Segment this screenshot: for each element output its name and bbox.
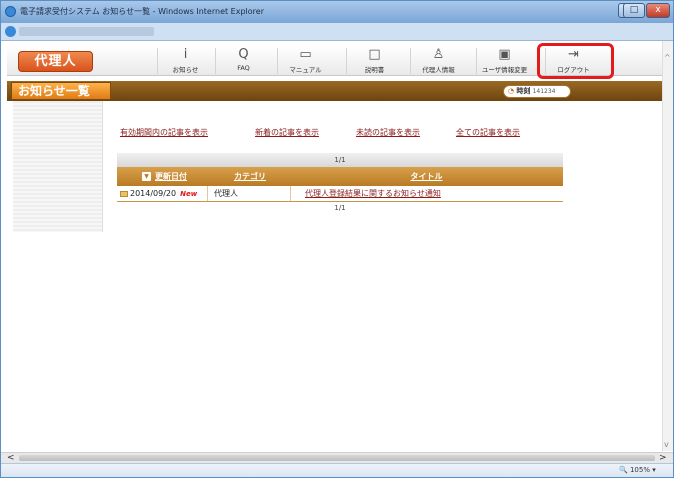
faq-button[interactable]: Q FAQ (215, 48, 271, 74)
notice-label: お知らせ (172, 66, 199, 74)
column-header-category[interactable]: カテゴリ (207, 167, 290, 186)
page-icon (5, 26, 16, 37)
person-icon: ♙ (432, 47, 445, 62)
book-icon: ▭ (299, 47, 312, 62)
address-field[interactable] (19, 27, 154, 36)
scroll-down-icon[interactable]: v (664, 440, 669, 449)
title-header-label: タイトル (410, 172, 443, 181)
user-settings-label: ユーザ情報変更 (481, 66, 528, 74)
pager-top: 1/1 (117, 153, 563, 167)
filter-unread-link[interactable]: 未読の記事を表示 (356, 127, 420, 138)
filter-new-link[interactable]: 新着の記事を表示 (255, 127, 319, 138)
browser-window: 電子請求受付システム お知らせ一覧 - Windows Internet Exp… (0, 0, 674, 478)
notice-table: 1/1 ▼ 更新日付 カテゴリ タイトル 2014/09/20 New 代理人 代… (117, 153, 563, 216)
zoom-menu-icon: ▾ (652, 466, 656, 474)
horizontal-scrollbar[interactable]: < > (1, 452, 673, 463)
logout-highlight-box (537, 43, 614, 79)
user-settings-button[interactable]: ▣ ユーザ情報変更 (476, 48, 532, 74)
agent-info-button[interactable]: ♙ 代理人情報 (410, 48, 466, 74)
clock-label: 時刻 (516, 87, 531, 95)
scroll-up-icon[interactable]: ^ (664, 53, 671, 62)
zoom-control[interactable]: 🔍 105% ▾ (619, 466, 656, 474)
scroll-right-icon[interactable]: > (659, 453, 667, 463)
document-icon: □ (368, 47, 381, 62)
row-category: 代理人 (207, 186, 290, 201)
faq-icon: Q (238, 47, 249, 62)
row-date: 2014/09/20 (130, 189, 177, 198)
sort-icon: ▼ (142, 172, 151, 181)
filter-all-link[interactable]: 全ての記事を表示 (456, 127, 520, 138)
column-header-date[interactable]: ▼ 更新日付 (117, 167, 207, 186)
ie-logo-icon (5, 6, 16, 17)
vertical-scrollbar[interactable]: ^ v (662, 41, 673, 451)
guide-label: 説明書 (364, 66, 385, 74)
pager-bottom: 1/1 (117, 202, 563, 216)
agent-info-label: 代理人情報 (422, 66, 455, 74)
guide-button[interactable]: □ 説明書 (346, 48, 402, 74)
row-date-cell: 2014/09/20 New (117, 186, 207, 201)
user-card-icon: ▣ (498, 47, 511, 62)
manual-label: マニュアル (289, 66, 322, 74)
magnifier-icon: 🔍 (619, 466, 628, 474)
app-toolbar: 代理人 i お知らせ Q FAQ ▭ マニュアル □ 説明書 ♙ 代理人情報 ▣… (7, 43, 662, 79)
page-title: お知らせ一覧 (11, 82, 111, 100)
faq-label: FAQ (237, 64, 250, 72)
table-header: ▼ 更新日付 カテゴリ タイトル (117, 167, 563, 186)
page-header-bar: お知らせ一覧 ◔ 時刻 141234 (7, 81, 662, 101)
manual-button[interactable]: ▭ マニュアル (277, 48, 333, 74)
role-button[interactable]: 代理人 (18, 51, 93, 72)
info-icon: i (183, 47, 188, 62)
envelope-icon (120, 190, 128, 197)
row-title-link[interactable]: 代理人登録結果に関するお知らせ通知 (290, 186, 563, 201)
clock-value: 141234 (532, 88, 556, 95)
session-clock: ◔ 時刻 141234 (503, 85, 571, 98)
date-header-label: 更新日付 (155, 172, 187, 181)
clock-icon: ◔ (508, 87, 515, 95)
close-button[interactable]: x (646, 3, 670, 18)
title-bar: 電子請求受付システム お知らせ一覧 - Windows Internet Exp… (1, 1, 673, 23)
address-bar[interactable] (1, 23, 673, 41)
scroll-left-icon[interactable]: < (7, 453, 15, 463)
filter-links: 有効期間内の記事を表示 新着の記事を表示 未読の記事を表示 全ての記事を表示 (120, 127, 540, 139)
scroll-thumb[interactable] (19, 455, 655, 461)
left-side-panel (13, 101, 103, 232)
status-bar: 🔍 105% ▾ (1, 463, 673, 477)
category-header-label: カテゴリ (234, 172, 266, 181)
column-header-title[interactable]: タイトル (290, 167, 563, 186)
maximize-button[interactable]: □ (623, 3, 645, 18)
window-title: 電子請求受付システム お知らせ一覧 - Windows Internet Exp… (20, 7, 264, 16)
zoom-level: 105% (629, 466, 650, 474)
new-badge: New (180, 190, 198, 198)
filter-active-link[interactable]: 有効期間内の記事を表示 (120, 127, 208, 138)
notice-button[interactable]: i お知らせ (157, 48, 213, 74)
table-row: 2014/09/20 New 代理人 代理人登録結果に関するお知らせ通知 (117, 186, 563, 202)
